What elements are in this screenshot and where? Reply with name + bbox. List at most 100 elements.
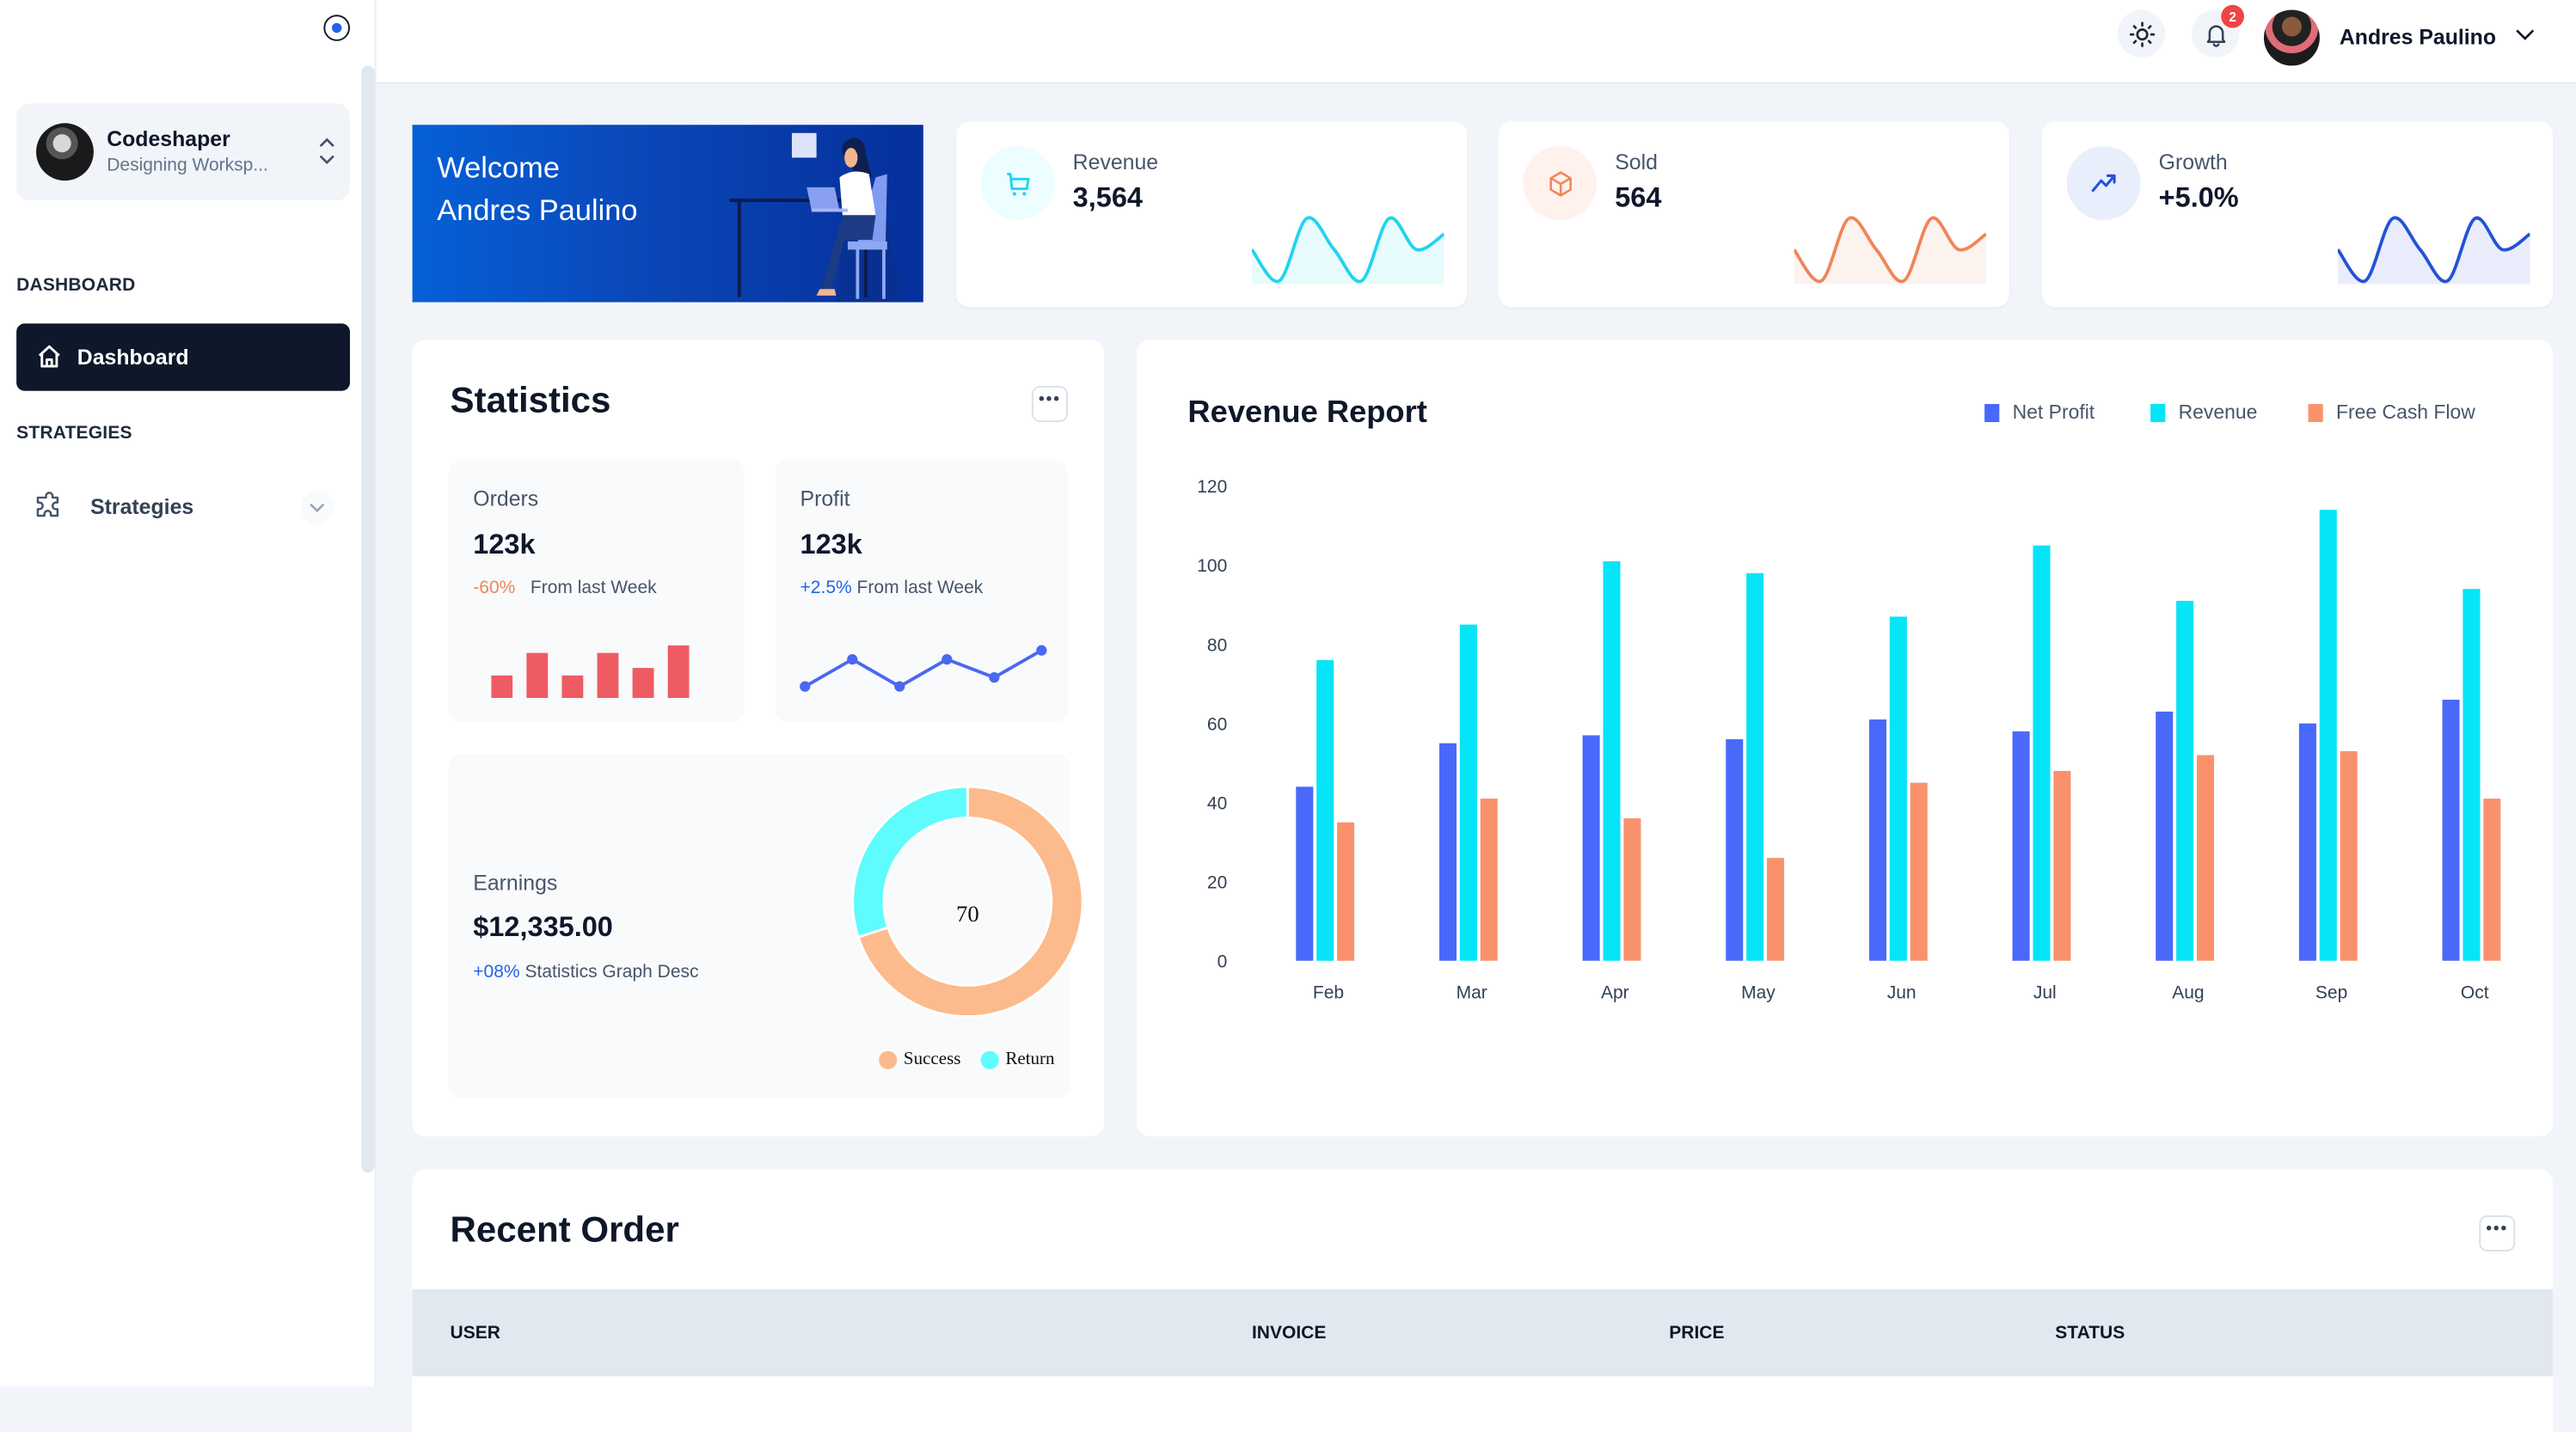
bar-net-profit-oct[interactable] [2442, 700, 2460, 961]
x-tick-label: Feb [1313, 983, 1344, 1003]
bar-free-cash-flow-mar[interactable] [1480, 799, 1498, 961]
earnings-change-percent: +08% [473, 962, 520, 982]
sidebar-collapse-toggle[interactable] [323, 15, 350, 41]
orders-bar [526, 652, 549, 699]
sold-sparkline [1794, 216, 1987, 285]
y-tick-label: 60 [1207, 714, 1227, 734]
user-name[interactable]: Andres Paulino [2340, 25, 2496, 50]
sidebar-item-strategies[interactable]: Strategies [16, 476, 350, 539]
notification-count-badge: 2 [2221, 4, 2245, 28]
sun-icon [2128, 21, 2155, 46]
bar-revenue-mar[interactable] [1459, 624, 1477, 961]
revenue-bar-chart: 0 20 40 60 80 100 120 Feb Mar Apr May Jun Jul Aug Sep O… [1197, 477, 2501, 1003]
more-horizontal-icon: ••• [1039, 390, 1061, 409]
earnings-card: Earnings $12,335.00 +08% Statistics Grap… [448, 754, 1084, 1099]
legend-label: Success [903, 1049, 961, 1069]
woman-at-desk-illustration [729, 132, 902, 303]
chevron-down-icon[interactable] [300, 491, 334, 524]
stat-value: 3,564 [1072, 182, 1143, 214]
sidebar-scrollbar[interactable] [361, 65, 375, 1173]
bar-revenue-jul[interactable] [2033, 545, 2051, 961]
bar-free-cash-flow-jun[interactable] [1910, 782, 1928, 961]
orders-change-percent: -60% [473, 578, 516, 598]
workspace-avatar [36, 123, 94, 181]
welcome-title: Welcome [437, 150, 560, 184]
profit-point [894, 681, 905, 692]
stat-card-revenue: Revenue 3,564 [956, 121, 1468, 308]
bar-net-profit-apr[interactable] [1582, 735, 1600, 961]
theme-toggle-button[interactable] [2117, 9, 2166, 58]
donut-slice-return[interactable] [851, 785, 969, 939]
profit-point [847, 654, 858, 665]
orders-bar [561, 675, 584, 699]
user-avatar[interactable] [2263, 9, 2320, 66]
sparkline-area [2337, 217, 2530, 285]
column-header-price[interactable]: PRICE [1669, 1324, 1724, 1343]
bar-free-cash-flow-oct[interactable] [2483, 799, 2501, 961]
bar-net-profit-feb[interactable] [1296, 786, 1314, 961]
bar-net-profit-sep[interactable] [2298, 723, 2316, 961]
column-header-status[interactable]: STATUS [2055, 1324, 2125, 1343]
bar-free-cash-flow-jul[interactable] [2053, 770, 2071, 961]
donut-legend-success[interactable]: Success [879, 1050, 960, 1069]
earnings-change-text: Statistics Graph Desc [524, 962, 699, 982]
orders-bar [632, 668, 654, 699]
x-tick-label: Apr [1601, 983, 1629, 1003]
bar-revenue-sep[interactable] [2319, 510, 2337, 961]
bar-revenue-jun[interactable] [1889, 616, 1907, 961]
earnings-label: Earnings [473, 870, 558, 896]
radio-dot-icon [331, 22, 342, 34]
recent-order-card: Recent Order ••• USER INVOICE PRICE STAT… [412, 1169, 2554, 1432]
sidebar-item-dashboard[interactable]: Dashboard [16, 323, 350, 391]
sidebar-heading-dashboard: DASHBOARD [16, 275, 136, 296]
statistics-card: Statistics ••• Orders 123k -60% From las… [412, 340, 1104, 1137]
earnings-change: +08% Statistics Graph Desc [473, 963, 698, 982]
bar-net-profit-mar[interactable] [1438, 743, 1457, 961]
revenue-sparkline [1251, 216, 1444, 285]
profit-line [804, 648, 1043, 688]
x-tick-label: Aug [2172, 983, 2204, 1003]
bar-revenue-aug[interactable] [2176, 601, 2194, 961]
bar-net-profit-jun[interactable] [1868, 719, 1886, 961]
stat-icon-bg [1523, 146, 1598, 221]
bar-net-profit-aug[interactable] [2156, 711, 2174, 961]
bar-net-profit-jul[interactable] [2012, 731, 2030, 961]
bar-free-cash-flow-aug[interactable] [2196, 755, 2215, 961]
stat-label: Sold [1615, 149, 1658, 174]
column-header-user[interactable]: USER [451, 1324, 500, 1343]
sidebar-heading-strategies: STRATEGIES [16, 423, 132, 444]
bar-revenue-oct[interactable] [2463, 589, 2481, 961]
profit-point [941, 654, 953, 665]
orders-value: 123k [473, 529, 536, 560]
bar-free-cash-flow-apr[interactable] [1623, 818, 1641, 961]
bar-free-cash-flow-sep[interactable] [2340, 750, 2358, 961]
bar-free-cash-flow-may[interactable] [1767, 858, 1785, 961]
orders-bar [597, 652, 619, 699]
bar-revenue-may[interactable] [1746, 572, 1764, 961]
orders-label: Orders [473, 486, 539, 511]
chevron-down-icon[interactable] [2515, 28, 2535, 40]
bar-free-cash-flow-feb[interactable] [1337, 822, 1355, 961]
column-header-invoice[interactable]: INVOICE [1252, 1324, 1326, 1343]
statistics-more-button[interactable]: ••• [1031, 386, 1068, 423]
bar-revenue-apr[interactable] [1603, 560, 1621, 961]
trending-up-icon [2090, 173, 2115, 192]
bar-net-profit-may[interactable] [1726, 739, 1744, 961]
workspace-switcher[interactable]: Codeshaper Designing Worksp... [16, 103, 350, 201]
orders-mini-card: Orders 123k -60% From last Week [448, 459, 745, 723]
stat-card-sold: Sold 564 [1498, 121, 2009, 308]
y-tick-label: 100 [1197, 556, 1227, 576]
more-horizontal-icon: ••• [2486, 1220, 2509, 1239]
sidebar: Codeshaper Designing Worksp... DASHBOARD… [0, 0, 377, 1386]
profit-change-text: From last Week [856, 578, 984, 598]
earnings-donut-chart: 70 [851, 785, 1084, 1019]
recent-order-more-button[interactable]: ••• [2479, 1215, 2516, 1251]
bar-revenue-feb[interactable] [1316, 660, 1334, 961]
x-tick-label: Oct [2461, 983, 2489, 1003]
box-icon [1549, 170, 1571, 196]
stat-value: +5.0% [2158, 182, 2239, 214]
puzzle-icon [36, 491, 59, 517]
profit-line-chart [800, 645, 1047, 692]
donut-legend-return[interactable]: Return [980, 1050, 1055, 1069]
welcome-banner: Welcome Andres Paulino [412, 125, 923, 303]
